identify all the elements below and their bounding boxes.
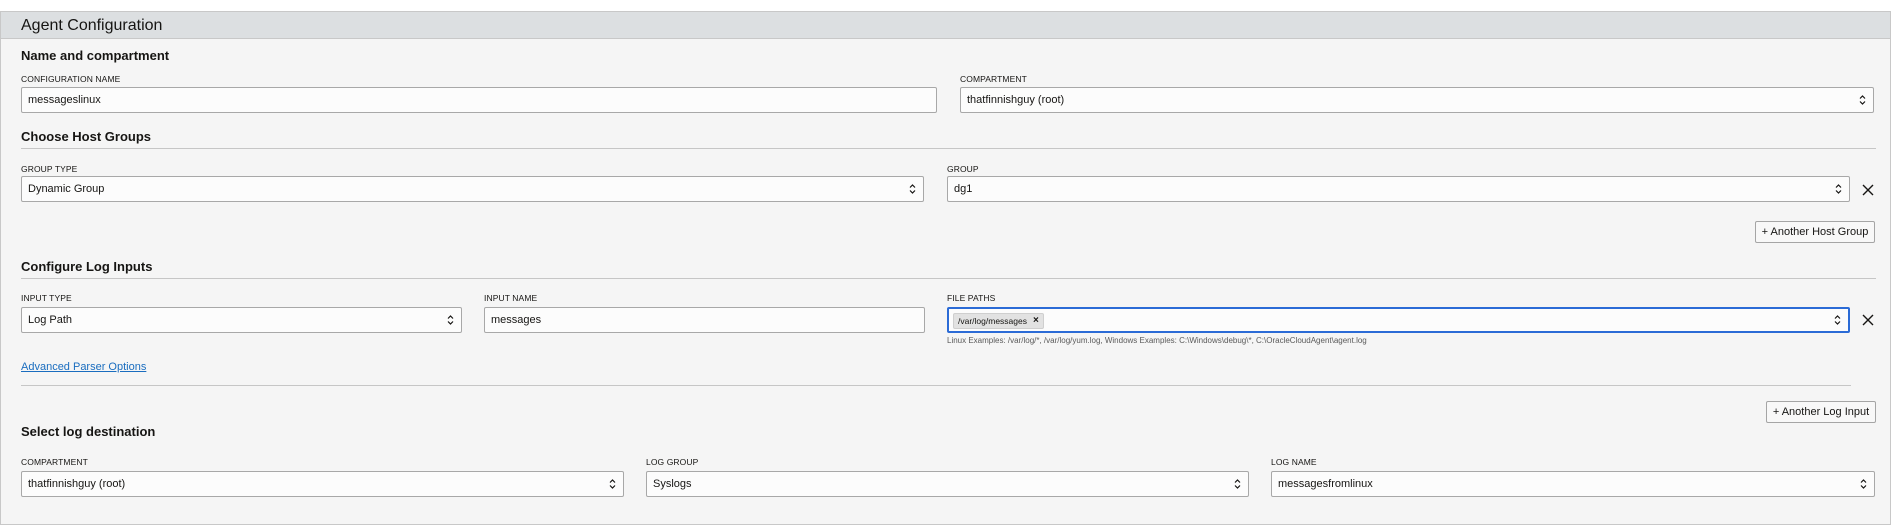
close-small-icon[interactable]: × [1033, 316, 1039, 326]
file-paths-hint: Linux Examples: /var/log/*, /var/log/yum… [947, 336, 1367, 345]
remove-host-group-close-icon[interactable] [1861, 183, 1875, 197]
section-divider [21, 148, 1876, 149]
compartment-select[interactable]: thatfinnishguy (root) [960, 87, 1874, 113]
log-group-value: Syslogs [653, 478, 692, 490]
file-paths-label: FILE PATHS [947, 293, 996, 303]
section-title-destination: Select log destination [21, 424, 156, 439]
destination-compartment-select[interactable]: thatfinnishguy (root) [21, 471, 624, 497]
group-type-label: GROUP TYPE [21, 164, 78, 174]
panel-header: Agent Configuration [1, 12, 1890, 39]
remove-log-input-close-icon[interactable] [1861, 313, 1875, 327]
config-name-label: CONFIGURATION NAME [21, 74, 121, 84]
log-group-select[interactable]: Syslogs [646, 471, 1249, 497]
log-name-select[interactable]: messagesfromlinux [1271, 471, 1875, 497]
file-path-chip-label: /var/log/messages [958, 316, 1027, 326]
input-type-select[interactable]: Log Path [21, 307, 462, 333]
chevron-up-down-icon [1234, 478, 1241, 490]
log-name-value: messagesfromlinux [1278, 478, 1373, 490]
chevron-up-down-icon [1859, 94, 1866, 106]
chevron-up-down-icon [447, 314, 454, 326]
group-value: dg1 [954, 183, 973, 195]
chevron-up-down-icon [909, 183, 916, 195]
config-name-value: messageslinux [28, 94, 101, 106]
file-paths-input[interactable]: /var/log/messages × [947, 307, 1850, 333]
group-type-value: Dynamic Group [28, 183, 105, 195]
input-type-label: INPUT TYPE [21, 293, 72, 303]
input-type-value: Log Path [28, 314, 73, 326]
section-divider [21, 385, 1851, 386]
chevron-up-down-icon [1860, 478, 1867, 490]
chevron-up-down-icon [1835, 183, 1842, 195]
destination-compartment-value: thatfinnishguy (root) [28, 478, 126, 490]
group-select[interactable]: dg1 [947, 176, 1850, 202]
input-name-label: INPUT NAME [484, 293, 538, 303]
destination-compartment-label: COMPARTMENT [21, 457, 88, 467]
log-group-label: LOG GROUP [646, 457, 699, 467]
group-type-select[interactable]: Dynamic Group [21, 176, 924, 202]
section-divider [21, 278, 1876, 279]
section-title-host-groups: Choose Host Groups [21, 129, 152, 144]
config-name-input[interactable]: messageslinux [21, 87, 937, 113]
input-name-value: messages [491, 314, 542, 326]
panel-title: Agent Configuration [21, 17, 163, 34]
chevron-up-down-icon [609, 478, 616, 490]
input-name-input[interactable]: messages [484, 307, 925, 333]
chevron-up-down-icon [1834, 314, 1841, 326]
compartment-label: COMPARTMENT [960, 74, 1027, 84]
section-title-name: Name and compartment [21, 48, 170, 63]
add-log-input-button[interactable]: + Another Log Input [1766, 401, 1876, 423]
log-name-label: LOG NAME [1271, 457, 1317, 467]
add-host-group-button[interactable]: + Another Host Group [1755, 221, 1875, 243]
section-title-log-inputs: Configure Log Inputs [21, 259, 153, 274]
compartment-value: thatfinnishguy (root) [967, 94, 1065, 106]
file-path-chip: /var/log/messages × [953, 313, 1044, 329]
group-label: GROUP [947, 164, 979, 174]
advanced-parser-options-link[interactable]: Advanced Parser Options [21, 361, 146, 373]
